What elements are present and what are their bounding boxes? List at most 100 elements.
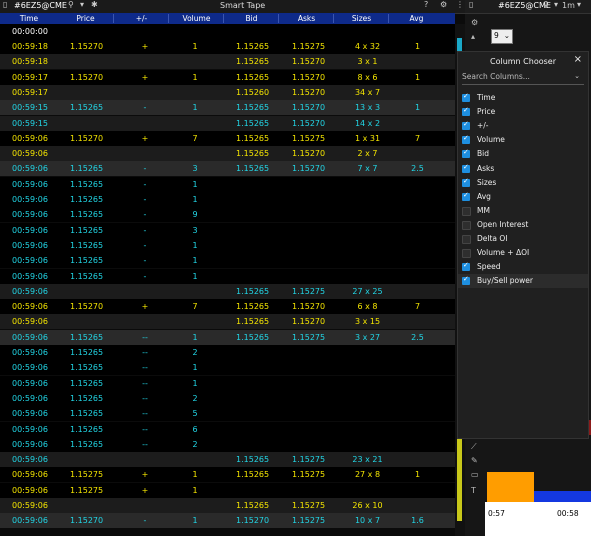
column-option[interactable]: Speed [458,260,588,274]
tape-row[interactable]: 00:59:06 1.15270 +7 1.15265 1.15270 6 x 8 7 [0,299,455,315]
tape-row[interactable]: 00:59:15 1.15265 1.15270 14 x 2 [0,115,455,131]
settings-sparkle-icon[interactable]: ✱ [91,0,98,9]
search-icon[interactable]: ⚲ [68,0,74,9]
shape-tool-icon[interactable]: ▭ [471,470,479,479]
column-option[interactable]: +/- [458,119,588,133]
tape-row[interactable]: 00:59:06 1.15265 -- 5 [0,406,455,422]
timeframe-chevron-icon[interactable]: ▾ [577,0,581,9]
tape-row[interactable]: 00:59:06 1.15265 1.15275 23 x 21 [0,452,455,468]
column-option[interactable]: Sizes [458,176,588,190]
column-option[interactable]: Price [458,105,588,119]
column-option[interactable]: Open Interest [458,218,588,232]
tape-row[interactable]: 00:59:06 1.15265 1.15275 26 x 10 [0,498,455,513]
column-option[interactable]: Asks [458,162,588,176]
more-icon[interactable]: ⋮ [456,0,464,9]
col-header-price[interactable]: Price [58,14,113,23]
row-avg: 2.5 [411,164,424,174]
column-checkbox[interactable] [462,120,470,131]
col-header-time[interactable]: Time [0,14,58,23]
column-checkbox[interactable] [462,134,470,145]
tape-row[interactable]: 00:59:06 1.15265 1.15270 2 x 7 [0,146,455,162]
column-option[interactable]: Avg [458,190,588,204]
row-volume: 1 [192,516,198,526]
column-checkbox[interactable] [462,249,471,259]
column-checkbox[interactable] [462,163,470,173]
row-volume: 1 [192,378,198,388]
column-checkbox[interactable] [462,275,470,286]
chart-dropdown[interactable]: 9 ⌄ [491,29,513,44]
volume-bar-blue [534,491,591,502]
column-option[interactable]: Bid [458,147,588,161]
row-volume: 1 [192,72,198,82]
col-header-asks[interactable]: Asks [278,14,334,23]
column-option-label: Speed [477,262,501,272]
column-checkbox[interactable] [462,177,470,187]
chart-search-icon[interactable]: ⚲ [543,0,549,9]
tape-row[interactable]: 00:59:06 1.15265 -- 1 [0,375,455,391]
tape-row[interactable]: 00:59:06 1.15265 -- 2 [0,345,455,360]
line-tool-icon[interactable]: ⟋ [471,442,477,452]
brush-tool-icon[interactable]: ✎ [471,456,478,465]
column-option[interactable]: Delta OI [458,232,588,246]
column-option[interactable]: Volume [458,133,588,147]
tape-row[interactable]: 00:59:06 1.15275 +1 [0,482,455,498]
column-option[interactable]: Volume + ΔOI [458,246,588,260]
row-volume: 1 [192,179,198,189]
tape-row[interactable]: 00:59:06 1.15265 - 1 [0,176,455,192]
tape-row[interactable]: 00:59:06 1.15265 -- 1 [0,360,455,376]
tape-row[interactable]: 00:59:06 1.15270 +7 1.15265 1.15275 1 x 31 7 [0,130,455,146]
col-header-avg[interactable]: Avg [388,14,444,23]
tape-row[interactable]: 00:59:18 1.15265 1.15270 3 x 1 [0,54,455,70]
tape-row[interactable]: 00:59:06 1.15265 -- 2 [0,390,455,406]
tape-row[interactable]: 00:59:06 1.15265 - 3 1.15265 1.15270 7 x 7 2.5 [0,161,455,177]
column-option[interactable]: MM [458,204,588,218]
column-checkbox[interactable] [462,148,470,159]
gear-icon[interactable]: ⚙ [440,0,447,9]
chevron-down-icon[interactable]: ▾ [80,0,84,9]
column-option[interactable]: Time [458,91,588,105]
column-checkbox[interactable] [462,261,470,272]
tape-row[interactable]: 00:59:06 1.15265 -- 1 1.15265 1.15275 3 x 27 2.… [0,329,455,345]
tape-row[interactable]: 00:59:06 1.15265 1.15270 3 x 15 [0,314,455,330]
close-icon[interactable]: × [574,54,582,65]
tape-row[interactable]: 00:59:06 1.15265 -- 2 [0,436,455,452]
timeframe-label[interactable]: 1m [562,1,575,10]
tape-row[interactable]: 00:59:17 1.15270 +1 1.15265 1.15270 8 x 6 1 [0,69,455,85]
column-checkbox[interactable] [462,92,470,102]
tape-row[interactable]: 00:59:18 1.15270 +1 1.15265 1.15275 4 x 32 1 [0,39,455,54]
column-checkbox[interactable] [462,191,470,201]
tape-row[interactable]: 00:59:06 1.15275 +1 1.15265 1.15275 27 x 8 1 [0,467,455,483]
col-header-bid[interactable]: Bid [223,14,279,23]
text-tool-icon[interactable]: T [471,486,476,495]
help-icon[interactable]: ? [424,0,428,9]
tape-row[interactable]: 00:59:06 1.15265 - 1 [0,253,455,269]
column-option-label: Sizes [477,177,497,187]
column-checkbox[interactable] [462,235,471,244]
row-volume: 2 [192,439,198,449]
tape-row[interactable]: 00:59:15 1.15265 - 1 1.15265 1.15270 13 x 3 1 [0,100,455,116]
row-avg: 1 [414,72,421,82]
tape-row[interactable]: 00:59:17 1.15260 1.15270 34 x 7 [0,84,455,100]
chevron-down-icon[interactable]: ⌄ [574,72,580,80]
tape-row[interactable]: 00:59:06 1.15265 - 1 [0,268,455,284]
symbol-label[interactable]: #6EZ5@CME [14,1,67,10]
gear-icon[interactable]: ⚙ [471,18,478,27]
tape-row[interactable]: 00:59:06 1.15265 -- 6 [0,421,455,437]
tape-row[interactable]: 00:59:06 1.15270 - 1 1.15270 1.15275 10 x 7 1.6 [0,513,455,529]
column-chooser-title: Column Chooser [489,57,556,66]
tape-row[interactable]: 00:59:06 1.15265 - 1 [0,192,455,207]
col-header-change[interactable]: +/- [113,14,169,23]
tape-row[interactable]: 00:59:06 1.15265 1.15275 27 x 25 [0,283,455,299]
column-option[interactable]: Buy/Sell power [458,274,588,289]
col-header-sizes[interactable]: Sizes [333,14,389,23]
tape-row[interactable]: 00:59:06 1.15265 - 3 [0,222,455,238]
col-header-volume[interactable]: Volume [168,14,224,23]
tape-row[interactable]: 00:59:06 1.15265 - 9 [0,207,455,223]
column-checkbox[interactable] [462,206,471,216]
column-checkbox[interactable] [462,106,470,117]
search-columns-input[interactable]: Search Columns... ⌄ [462,72,584,85]
tape-row[interactable]: 00:59:06 1.15265 - 1 [0,237,455,253]
column-checkbox[interactable] [462,220,471,230]
chevron-up-icon[interactable]: ▴ [471,32,475,41]
chart-chevron-icon[interactable]: ▾ [554,0,558,9]
